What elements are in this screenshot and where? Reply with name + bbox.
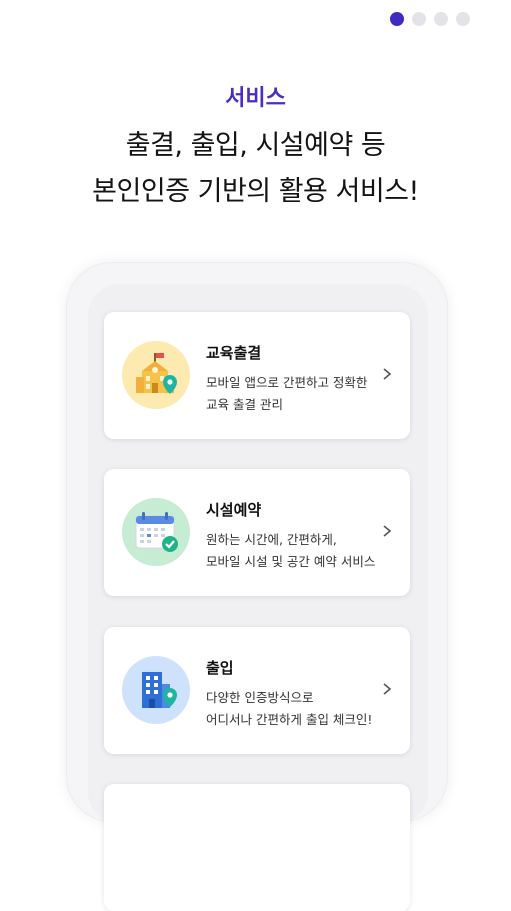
description-line-1: 모바일 앱으로 간편하고 정확한 xyxy=(206,375,368,390)
pagination-dot-1[interactable] xyxy=(390,12,404,26)
service-card-title: 시설예약 xyxy=(206,501,262,519)
service-card-description: 다양한 인증방식으로 어디서나 간편하게 출입 체크인! xyxy=(206,687,372,731)
pagination-dot-3[interactable] xyxy=(434,12,448,26)
school-building-location-icon xyxy=(122,341,190,409)
chevron-right-icon xyxy=(383,368,392,380)
description-line-2: 교육 출결 관리 xyxy=(206,397,283,412)
chevron-right-icon xyxy=(383,525,392,537)
headline-line-2: 본인인증 기반의 활용 서비스! xyxy=(92,176,419,207)
description-line-2: 모바일 시설 및 공간 예약 서비스 xyxy=(206,554,376,569)
chevron-right-icon xyxy=(383,683,392,695)
section-eyebrow: 서비스 xyxy=(225,86,286,111)
service-card-title: 출입 xyxy=(206,659,234,677)
office-building-location-icon xyxy=(122,656,190,724)
calendar-check-icon xyxy=(122,498,190,566)
description-line-2: 어디서나 간편하게 출입 체크인! xyxy=(206,712,373,727)
pagination-dots xyxy=(390,12,470,26)
service-card-partial[interactable] xyxy=(104,784,410,911)
service-card-entry[interactable]: 출입 다양한 인증방식으로 어디서나 간편하게 출입 체크인! xyxy=(104,627,410,754)
headline-line-1: 출결, 출입, 시설예약 등 xyxy=(125,130,386,161)
service-card-reservation[interactable]: 시설예약 원하는 시간에, 간편하게, 모바일 시설 및 공간 예약 서비스 xyxy=(104,469,410,596)
service-card-description: 모바일 앱으로 간편하고 정확한 교육 출결 관리 xyxy=(206,372,367,416)
service-card-title: 교육출결 xyxy=(206,344,262,362)
description-line-1: 다양한 인증방식으로 xyxy=(206,690,314,705)
service-card-attendance[interactable]: 교육출결 모바일 앱으로 간편하고 정확한 교육 출결 관리 xyxy=(104,312,410,439)
pagination-dot-2[interactable] xyxy=(412,12,426,26)
pagination-dot-4[interactable] xyxy=(456,12,470,26)
description-line-1: 원하는 시간에, 간편하게, xyxy=(206,532,337,547)
service-card-description: 원하는 시간에, 간편하게, 모바일 시설 및 공간 예약 서비스 xyxy=(206,529,375,573)
